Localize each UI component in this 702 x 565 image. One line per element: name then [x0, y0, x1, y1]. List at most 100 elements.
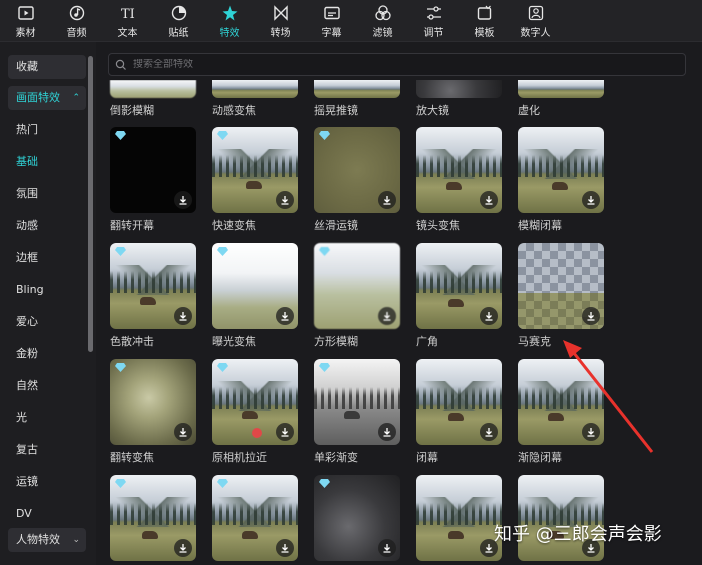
download-icon[interactable]	[582, 191, 600, 209]
tab-template[interactable]: 模板	[459, 0, 510, 42]
effect-name: 虚化	[518, 104, 540, 117]
effect-card[interactable]: 快速变焦	[212, 127, 298, 233]
download-icon[interactable]	[378, 191, 396, 209]
download-icon[interactable]	[276, 539, 294, 557]
deer-graphic	[448, 299, 464, 307]
template-icon	[476, 4, 494, 22]
sidebar-section-label: 画面特效	[16, 91, 60, 104]
effect-thumbnail	[110, 127, 196, 213]
tab-effects[interactable]: 特效	[204, 0, 255, 42]
sidebar-item-favorites[interactable]: 收藏	[8, 55, 86, 79]
search-input[interactable]	[133, 59, 653, 70]
download-icon[interactable]	[378, 307, 396, 325]
download-icon[interactable]	[582, 307, 600, 325]
download-icon[interactable]	[378, 539, 396, 557]
download-icon[interactable]	[480, 191, 498, 209]
sidebar-item-love[interactable]: 爱心	[8, 310, 86, 334]
download-icon[interactable]	[174, 423, 192, 441]
tab-text[interactable]: TI 文本	[102, 0, 153, 42]
effect-card[interactable]: 广角	[416, 243, 502, 349]
deer-graphic	[446, 182, 462, 190]
effect-card[interactable]: 马赛克	[518, 243, 604, 349]
sidebar-item-label: 氛围	[16, 187, 38, 200]
effect-name: 丝滑运镜	[314, 219, 358, 232]
tab-sticker[interactable]: 贴纸	[153, 0, 204, 42]
deer-graphic	[246, 181, 262, 189]
effect-thumbnail	[110, 359, 196, 445]
effect-card[interactable]	[518, 475, 604, 561]
effect-name: 闭幕	[416, 451, 438, 464]
effect-thumbnail	[416, 80, 502, 98]
effect-card[interactable]: 单彩渐变	[314, 359, 400, 465]
effect-card[interactable]: 倒影模糊	[110, 80, 196, 118]
tab-transition[interactable]: 转场	[255, 0, 306, 42]
tab-digital-human[interactable]: 数字人	[510, 0, 561, 42]
download-icon[interactable]	[276, 307, 294, 325]
download-icon[interactable]	[480, 423, 498, 441]
download-icon[interactable]	[174, 539, 192, 557]
tab-adjust[interactable]: 调节	[408, 0, 459, 42]
sidebar-item-basic[interactable]: 基础	[8, 150, 86, 174]
download-icon[interactable]	[276, 423, 294, 441]
sidebar-item-bling[interactable]: Bling	[8, 278, 86, 302]
premium-gem-icon	[217, 131, 228, 140]
effect-card[interactable]: 模糊闭幕	[518, 127, 604, 233]
effect-card[interactable]: 原相机拉近	[212, 359, 298, 465]
watermark: 知乎 @三郎会声会影	[494, 524, 662, 545]
tab-media[interactable]: 素材	[0, 0, 51, 42]
effect-card[interactable]	[314, 475, 400, 561]
sidebar-item-label: 金粉	[16, 347, 38, 360]
tab-audio[interactable]: 音频	[51, 0, 102, 42]
effect-card[interactable]: 虚化	[518, 80, 604, 118]
sidebar-item-hot[interactable]: 热门	[8, 118, 86, 142]
effect-card[interactable]: 摇晃推镜	[314, 80, 400, 118]
sidebar-item-light[interactable]: 光	[8, 406, 86, 430]
forest-graphic	[416, 387, 502, 409]
effect-card[interactable]: 闭幕	[416, 359, 502, 465]
deer-graphic	[552, 182, 568, 190]
download-icon[interactable]	[276, 191, 294, 209]
effect-thumbnail	[416, 243, 502, 329]
effect-card[interactable]	[212, 475, 298, 561]
effect-card[interactable]: 动感变焦	[212, 80, 298, 118]
effect-card[interactable]: 渐隐闭幕	[518, 359, 604, 465]
effect-thumbnail	[518, 127, 604, 213]
sidebar-section-character-effects[interactable]: 人物特效 ⌄	[8, 528, 86, 552]
premium-gem-icon	[319, 247, 330, 256]
effect-card[interactable]: 丝滑运镜	[314, 127, 400, 233]
chevron-down-icon: ⌄	[72, 535, 80, 545]
tab-subtitle[interactable]: 字幕	[306, 0, 357, 42]
tab-label: 特效	[219, 27, 240, 39]
sticker-icon	[170, 4, 188, 22]
effect-card[interactable]	[110, 475, 196, 561]
search-bar[interactable]	[108, 53, 686, 76]
sidebar-item-retro[interactable]: 复古	[8, 438, 86, 462]
sidebar-section-screen-effects[interactable]: 画面特效 ⌃	[8, 86, 86, 110]
sidebar-item-atmosphere[interactable]: 氛围	[8, 182, 86, 206]
tab-label: 贴纸	[168, 27, 189, 39]
effect-card[interactable]	[416, 475, 502, 561]
forest-graphic	[212, 503, 298, 525]
download-icon[interactable]	[480, 307, 498, 325]
download-icon[interactable]	[174, 307, 192, 325]
download-icon[interactable]	[378, 423, 396, 441]
effect-card[interactable]: 方形模糊	[314, 243, 400, 349]
sidebar-item-nature[interactable]: 自然	[8, 374, 86, 398]
sidebar-item-camera-move[interactable]: 运镜	[8, 470, 86, 494]
effect-card[interactable]: 翻转变焦	[110, 359, 196, 465]
sidebar-item-gold-dust[interactable]: 金粉	[8, 342, 86, 366]
effect-card[interactable]: 色散冲击	[110, 243, 196, 349]
download-icon[interactable]	[582, 423, 600, 441]
effect-card[interactable]: 曝光变焦	[212, 243, 298, 349]
download-icon[interactable]	[174, 191, 192, 209]
effect-card[interactable]: 镜头变焦	[416, 127, 502, 233]
sidebar-item-dv[interactable]: DV	[8, 502, 86, 526]
premium-gem-icon	[115, 247, 126, 256]
effect-card[interactable]: 放大镜	[416, 80, 502, 118]
effect-card[interactable]: 翻转开幕	[110, 127, 196, 233]
sidebar-item-border[interactable]: 边框	[8, 246, 86, 270]
sidebar-scrollbar[interactable]	[88, 56, 93, 352]
sidebar-item-dynamic[interactable]: 动感	[8, 214, 86, 238]
tab-filter[interactable]: 滤镜	[357, 0, 408, 42]
tab-label: 数字人	[520, 27, 551, 39]
